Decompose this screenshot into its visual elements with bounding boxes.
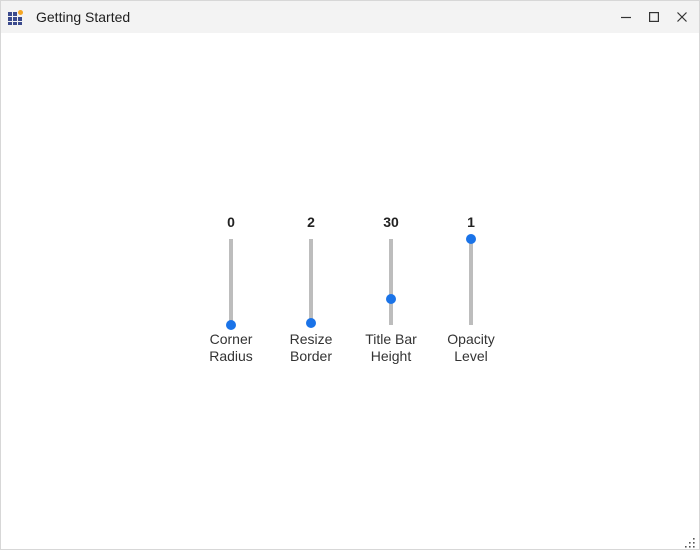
slider-value: 1 [467,214,475,230]
maximize-icon [649,12,659,22]
opacity-level-slider: 1 Opacity Level [431,213,511,373]
slider-thumb[interactable] [386,294,396,305]
window-title: Getting Started [36,9,131,25]
minimize-button[interactable] [612,1,640,33]
slider-label-line: Height [370,348,412,364]
slider-value: 0 [227,214,235,230]
slider-label: Title Bar Height [351,331,431,365]
close-button[interactable] [668,1,696,33]
slider-label-line: Title Bar [365,331,417,347]
slider-label: Resize Border [271,331,351,365]
slider-value: 2 [307,214,315,230]
slider-label-line: Level [454,348,488,364]
minimize-icon [621,16,631,19]
slider-label-line: Radius [209,348,253,364]
slider-label-line: Border [289,348,333,364]
title-bar-height-slider: 30 Title Bar Height [351,213,431,373]
slider-label-line: Corner [209,331,253,347]
title-bar[interactable]: Getting Started [1,1,699,33]
slider-track[interactable] [469,239,473,325]
slider-thumb[interactable] [466,234,476,244]
slider-track[interactable] [309,239,313,325]
app-window: Getting Started 0 Corner Radius 2 Resize… [0,0,700,550]
close-icon [677,12,687,22]
maximize-button[interactable] [640,1,668,33]
slider-label-line: Opacity [447,331,495,347]
slider-thumb[interactable] [306,318,316,329]
slider-track[interactable] [229,239,233,325]
slider-thumb[interactable] [226,320,236,330]
slider-label: Opacity Level [431,331,511,365]
slider-value: 30 [383,214,399,230]
resize-border-slider: 2 Resize Border [271,213,351,373]
slider-track[interactable] [389,239,393,325]
slider-label: Corner Radius [191,331,271,365]
resize-grip-icon[interactable] [685,535,695,548]
app-grid-icon [8,9,24,25]
content-area: 0 Corner Radius 2 Resize Border 30 Title… [1,33,699,549]
slider-label-line: Resize [289,331,333,347]
corner-radius-slider: 0 Corner Radius [191,213,271,373]
